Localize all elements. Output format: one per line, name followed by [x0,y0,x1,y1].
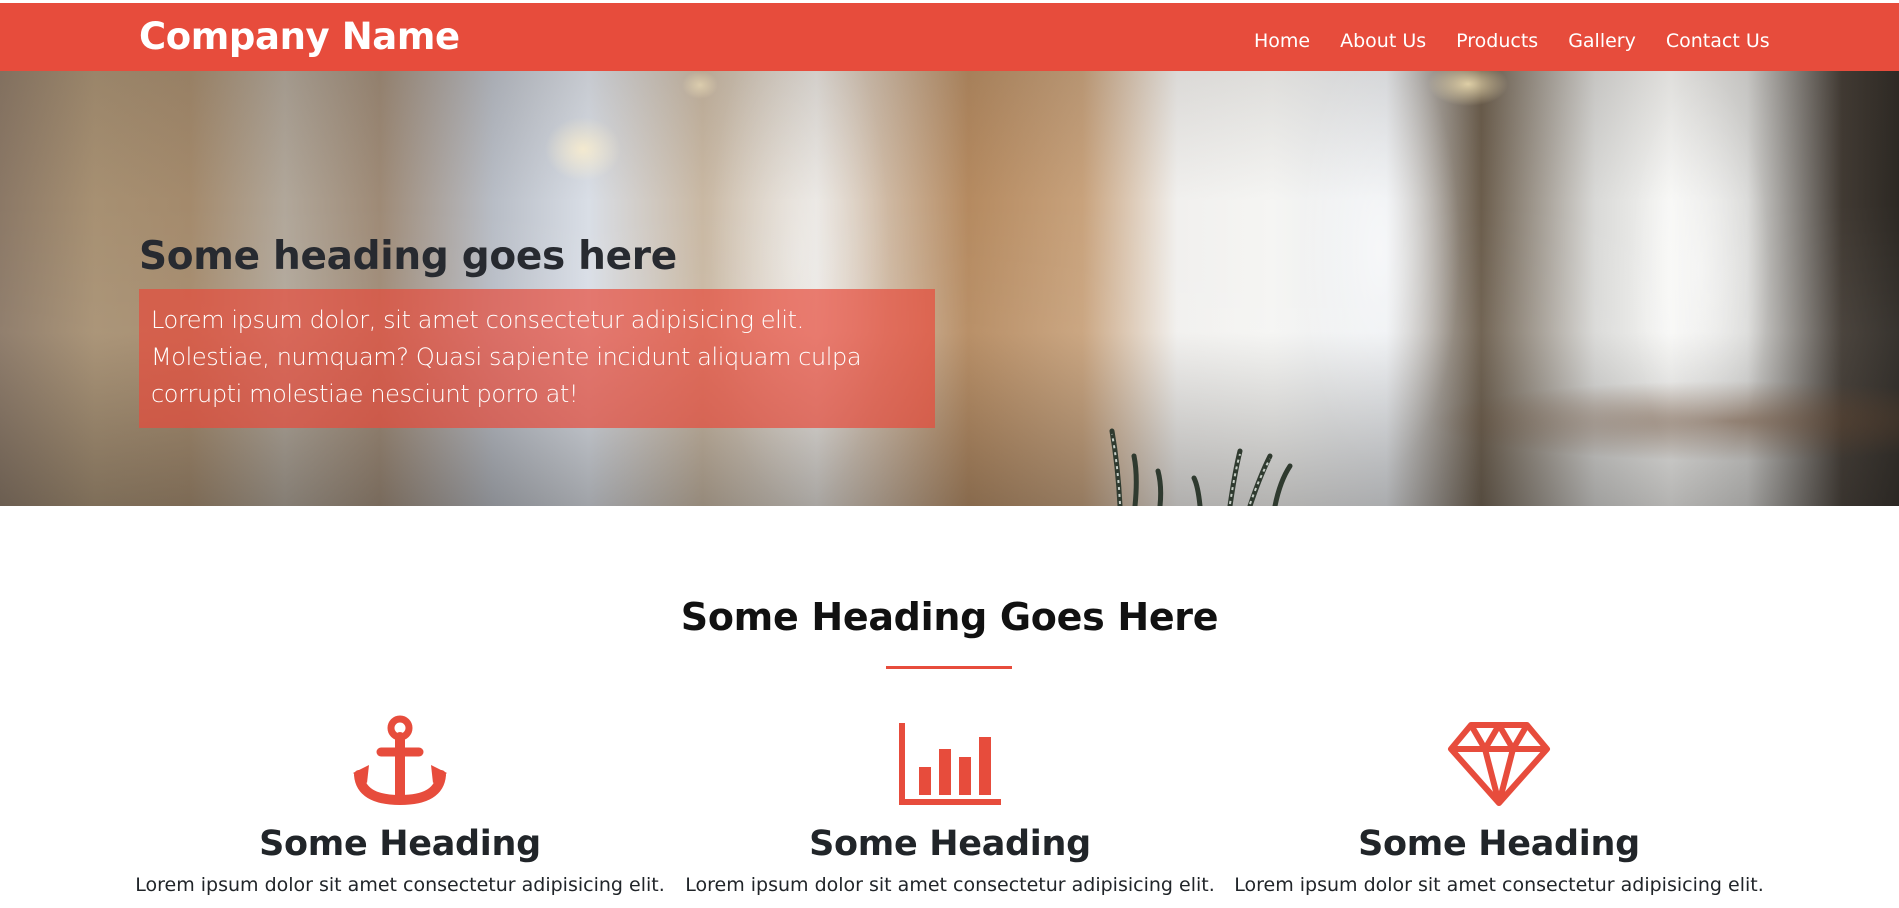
nav-links: Home About Us Products Gallery Contact U… [1254,27,1770,55]
anchor-icon [353,715,447,805]
feature-text: Lorem ipsum dolor sit amet consectetur a… [135,874,665,896]
feature-heading: Some Heading [259,824,541,864]
navbar: Company Name Home About Us Products Gall… [0,3,1899,71]
feature-text: Lorem ipsum dolor sit amet consectetur a… [1234,874,1764,896]
feature-card: Some Heading Lorem ipsum dolor sit amet … [1224,715,1774,899]
diamond-icon [1448,722,1550,806]
bar-chart-icon [899,723,1001,805]
nav-link-products[interactable]: Products [1456,27,1538,55]
section-heading: Some Heading Goes Here [680,595,1219,639]
hero-text-box: Lorem ipsum dolor, sit amet consectetur … [139,289,935,428]
nav-link-gallery[interactable]: Gallery [1568,27,1636,55]
hero-text: Lorem ipsum dolor, sit amet consectetur … [151,306,862,408]
nav-link-about-us[interactable]: About Us [1340,27,1426,55]
feature-text: Lorem ipsum dolor sit amet consectetur a… [685,874,1215,896]
feature-heading: Some Heading [1358,824,1640,864]
feature-card: Some Heading Lorem ipsum dolor sit amet … [125,715,675,899]
hero-heading: Some heading goes here [139,234,677,279]
nav-link-home[interactable]: Home [1254,27,1310,55]
nav-link-contact-us[interactable]: Contact Us [1666,27,1770,55]
plant-image [1109,428,1293,506]
section-divider [886,666,1012,669]
hero-banner: Some heading goes here Lorem ipsum dolor… [0,71,1899,506]
feature-heading: Some Heading [809,824,1091,864]
brand-logo[interactable]: Company Name [139,15,460,59]
feature-card: Some Heading Lorem ipsum dolor sit amet … [675,715,1225,899]
